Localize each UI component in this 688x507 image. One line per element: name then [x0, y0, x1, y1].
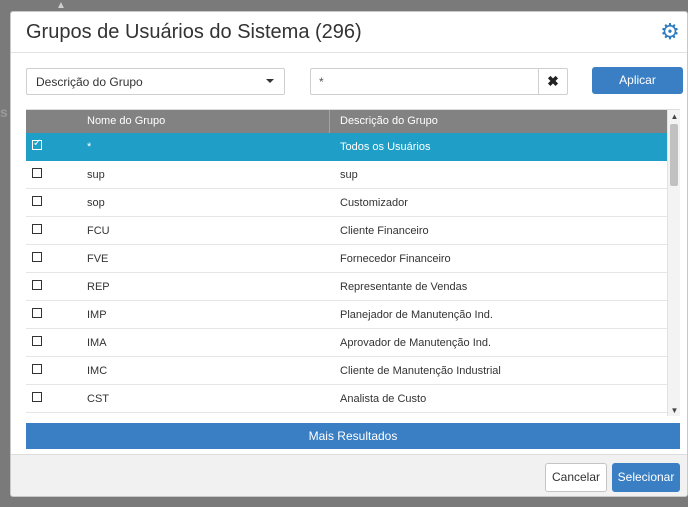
table-body: ✓ * Todos os Usuários sup sup sop Custom…	[26, 133, 680, 413]
row-description: Cliente Financeiro	[340, 224, 429, 237]
row-description: Analista de Custo	[340, 392, 427, 405]
table-row[interactable]: IMP Planejador de Manutenção Ind.	[26, 301, 680, 329]
row-name: IMP	[87, 308, 107, 321]
groups-table: Nome do Grupo Descrição do Grupo ✓ * Tod…	[26, 109, 680, 416]
row-name: IMC	[87, 364, 108, 377]
row-description: Planejador de Manutenção Ind.	[340, 308, 493, 321]
backdrop-caret-icon: ▲	[56, 0, 66, 11]
row-name: *	[87, 140, 92, 153]
table-row[interactable]: FCU Cliente Financeiro	[26, 217, 680, 245]
table-scrollbar[interactable]: ▲ ▼	[667, 110, 680, 416]
row-name: REP	[87, 280, 110, 293]
select-button[interactable]: Selecionar	[612, 463, 680, 492]
row-name: sop	[87, 196, 105, 209]
table-row[interactable]: IMC Cliente de Manutenção Industrial	[26, 357, 680, 385]
scroll-up-arrow-icon[interactable]: ▲	[670, 112, 679, 121]
table-row[interactable]: ✓ * Todos os Usuários	[26, 133, 680, 161]
row-name: sup	[87, 168, 105, 181]
backdrop-text-fragment: s	[0, 104, 8, 120]
modal-header: Grupos de Usuários do Sistema (296) ⚙	[11, 12, 687, 53]
close-icon: ✖	[547, 73, 559, 89]
clear-search-button[interactable]: ✖	[538, 68, 568, 95]
table-row[interactable]: IMA Aprovador de Manutenção Ind.	[26, 329, 680, 357]
row-name: CST	[87, 392, 109, 405]
table-row[interactable]: sop Customizador	[26, 189, 680, 217]
filter-field-select[interactable]: Descrição do Grupo	[26, 68, 285, 95]
row-name: FVE	[87, 252, 109, 265]
row-description: Aprovador de Manutenção Ind.	[340, 336, 492, 349]
filter-row: Descrição do Grupo ✖ Aplicar	[26, 67, 687, 96]
groups-modal: Grupos de Usuários do Sistema (296) ⚙ De…	[10, 11, 688, 497]
more-results-button[interactable]: Mais Resultados	[26, 423, 680, 449]
cancel-button[interactable]: Cancelar	[545, 463, 607, 492]
row-checkbox[interactable]: ✓	[32, 138, 42, 150]
row-checkbox[interactable]	[32, 308, 42, 318]
row-checkbox[interactable]	[32, 168, 42, 178]
row-checkbox[interactable]	[32, 224, 42, 234]
filter-field-value: Descrição do Grupo	[36, 75, 143, 89]
row-name: IMA	[87, 336, 107, 349]
column-header-description[interactable]: Descrição do Grupo	[330, 110, 438, 133]
row-checkbox[interactable]	[32, 252, 42, 262]
row-description: Fornecedor Financeiro	[340, 252, 451, 265]
table-row[interactable]: FVE Fornecedor Financeiro	[26, 245, 680, 273]
table-row[interactable]: CST Analista de Custo	[26, 385, 680, 413]
scrollbar-thumb[interactable]	[670, 124, 678, 186]
apply-button[interactable]: Aplicar	[592, 67, 683, 94]
row-description: Representante de Vendas	[340, 280, 468, 293]
check-icon: ✓	[33, 138, 42, 149]
table-header: Nome do Grupo Descrição do Grupo	[26, 110, 680, 133]
row-description: Cliente de Manutenção Industrial	[340, 364, 501, 377]
row-checkbox[interactable]	[32, 280, 42, 290]
row-name: FCU	[87, 224, 110, 237]
column-header-name[interactable]: Nome do Grupo	[77, 110, 330, 133]
modal-footer: Cancelar Selecionar	[11, 454, 687, 496]
row-checkbox[interactable]	[32, 336, 42, 346]
row-description: Customizador	[340, 196, 408, 209]
row-description: Todos os Usuários	[340, 140, 431, 153]
table-row[interactable]: sup sup	[26, 161, 680, 189]
gear-icon[interactable]: ⚙	[659, 21, 681, 43]
chevron-down-icon	[266, 79, 274, 83]
table-row[interactable]: REP Representante de Vendas	[26, 273, 680, 301]
search-input[interactable]	[310, 68, 538, 95]
row-checkbox[interactable]	[32, 196, 42, 206]
row-checkbox[interactable]	[32, 392, 42, 402]
scroll-down-arrow-icon[interactable]: ▼	[670, 406, 679, 415]
row-description: sup	[340, 168, 358, 181]
row-checkbox[interactable]	[32, 364, 42, 374]
modal-title: Grupos de Usuários do Sistema (296)	[26, 20, 362, 43]
